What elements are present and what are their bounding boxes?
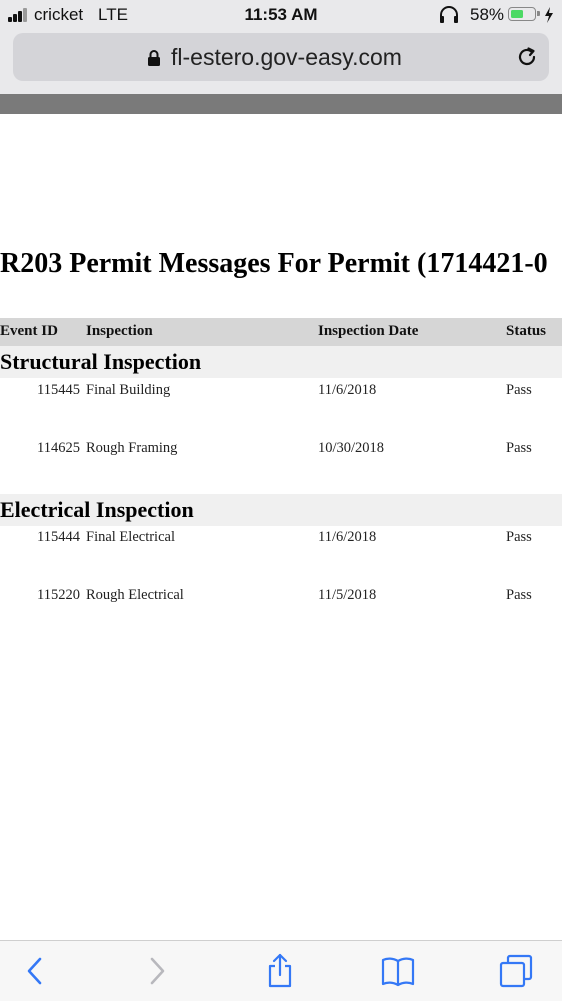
back-icon[interactable] xyxy=(18,953,54,989)
page-title: R203 Permit Messages For Permit (1714421… xyxy=(0,248,548,279)
group-heading-structural: Structural Inspection xyxy=(0,346,562,378)
table-row: 115445 Final Building 11/6/2018 Pass xyxy=(0,382,562,406)
event-id: 114625 xyxy=(37,440,80,456)
battery-percent: 58% xyxy=(470,5,505,24)
bookmarks-icon[interactable] xyxy=(380,953,416,989)
inspection-status: Pass xyxy=(506,440,532,456)
inspection-date: 11/5/2018 xyxy=(318,587,377,603)
inspection-name: Final Electrical xyxy=(86,529,175,545)
table-header: Event ID Inspection Inspection Date Stat… xyxy=(0,318,562,346)
group-heading-electrical: Electrical Inspection xyxy=(0,494,562,526)
column-header-inspection: Inspection xyxy=(86,323,153,339)
battery-level xyxy=(510,9,524,18)
group-name: Structural Inspection xyxy=(0,349,202,374)
battery-icon xyxy=(508,7,540,21)
table-row: 115220 Rough Electrical 11/5/2018 Pass xyxy=(0,587,562,611)
inspection-name: Final Building xyxy=(86,382,171,398)
charging-icon xyxy=(545,7,553,23)
inspection-status: Pass xyxy=(506,382,532,398)
inspection-name: Rough Framing xyxy=(86,440,178,456)
event-id: 115220 xyxy=(37,587,80,603)
table-row: 114625 Rough Framing 10/30/2018 Pass xyxy=(0,440,562,464)
status-bar: cricket LTE 11:53 AM 58% xyxy=(0,0,562,30)
share-icon[interactable] xyxy=(262,953,298,989)
lock-icon xyxy=(148,50,160,66)
tabs-icon[interactable] xyxy=(498,953,534,989)
event-id: 115445 xyxy=(37,382,80,398)
column-header-event-id: Event ID xyxy=(0,323,58,339)
inspection-date: 10/30/2018 xyxy=(318,440,385,456)
inspection-name: Rough Electrical xyxy=(86,587,184,603)
inspection-date: 11/6/2018 xyxy=(318,382,377,398)
group-name: Electrical Inspection xyxy=(0,497,194,522)
column-header-status: Status xyxy=(506,323,547,339)
forward-icon[interactable] xyxy=(138,953,174,989)
page-header-bar xyxy=(0,94,562,114)
url-field[interactable]: fl-estero.gov-easy.com xyxy=(13,33,549,81)
table-row: 115444 Final Electrical 11/6/2018 Pass xyxy=(0,529,562,553)
inspection-status: Pass xyxy=(506,529,532,545)
browser-toolbar xyxy=(0,940,562,1001)
url-text[interactable]: fl-estero.gov-easy.com xyxy=(171,44,402,71)
headphones-icon xyxy=(440,6,458,23)
column-header-inspection-date: Inspection Date xyxy=(318,323,419,339)
inspection-status: Pass xyxy=(506,587,532,603)
reload-icon[interactable] xyxy=(515,45,539,69)
browser-address-area: fl-estero.gov-easy.com xyxy=(0,30,562,94)
inspection-date: 11/6/2018 xyxy=(318,529,377,545)
event-id: 115444 xyxy=(37,529,80,545)
